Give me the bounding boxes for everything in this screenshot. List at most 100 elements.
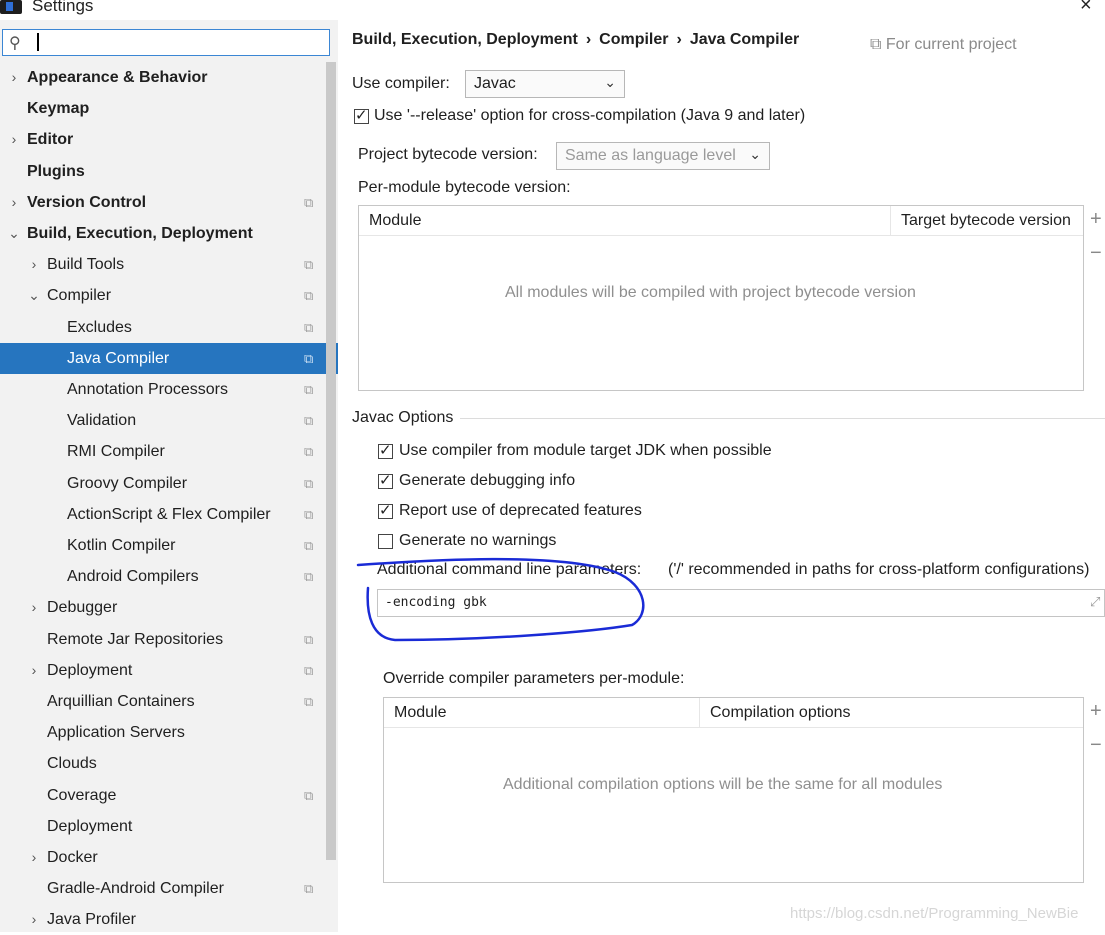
- sidebar-item-label: Application Servers: [47, 724, 185, 742]
- sidebar-item[interactable]: › Docker: [0, 842, 338, 873]
- sidebar-item[interactable]: Java Compiler ⧉: [0, 342, 338, 374]
- sidebar-item-label: Deployment: [47, 817, 133, 835]
- chevron-right-icon[interactable]: ›: [28, 655, 40, 686]
- javac-options-title: Javac Options: [352, 409, 454, 426]
- sidebar-item[interactable]: ⌄ Compiler ⧉: [0, 280, 338, 311]
- column-header-module[interactable]: Module: [359, 206, 891, 236]
- debug-info-checkbox[interactable]: [378, 471, 393, 489]
- no-warnings-checkbox[interactable]: [378, 534, 393, 549]
- chevron-right-icon[interactable]: ›: [28, 904, 40, 935]
- breadcrumb-item[interactable]: Compiler: [599, 31, 668, 48]
- breadcrumb-separator: ›: [585, 31, 592, 48]
- use-compiler-label: Use compiler:: [352, 75, 450, 92]
- per-module-table[interactable]: Module Target bytecode version All modul…: [358, 205, 1084, 391]
- sidebar-item[interactable]: Deployment: [0, 811, 338, 842]
- sidebar-item-label: Compiler: [47, 287, 112, 305]
- text-caret: [37, 33, 39, 51]
- sidebar-item[interactable]: Groovy Compiler ⧉: [0, 468, 338, 499]
- sidebar-item-label: Android Compilers: [67, 568, 199, 586]
- sidebar-item[interactable]: Android Compilers ⧉: [0, 561, 338, 592]
- sidebar-item[interactable]: › Debugger: [0, 592, 338, 623]
- sidebar-item[interactable]: › Version Control ⧉: [0, 187, 338, 218]
- compiler-select-value: Javac: [474, 75, 516, 92]
- sidebar-item[interactable]: Validation ⧉: [0, 405, 338, 436]
- chevron-right-icon[interactable]: ›: [8, 62, 20, 93]
- chevron-right-icon[interactable]: ›: [8, 124, 20, 155]
- per-module-empty-text: All modules will be compiled with projec…: [505, 284, 916, 301]
- sidebar-item-label: Version Control: [27, 193, 147, 211]
- sidebar-item-label: Kotlin Compiler: [67, 537, 176, 554]
- chevron-right-icon[interactable]: ›: [28, 842, 40, 873]
- sidebar-item[interactable]: Kotlin Compiler ⧉: [0, 530, 338, 561]
- sidebar-item[interactable]: ActionScript & Flex Compiler ⧉: [0, 499, 338, 530]
- sidebar-item[interactable]: › Build Tools ⧉: [0, 249, 338, 280]
- project-scope-icon: ⧉: [304, 413, 314, 429]
- sidebar-item[interactable]: Annotation Processors ⧉: [0, 374, 338, 405]
- sidebar-item-label: Excludes: [67, 318, 132, 336]
- sidebar-item-label: Keymap: [27, 100, 90, 118]
- chevron-down-icon: ⌄: [749, 146, 761, 162]
- chevron-right-icon[interactable]: ›: [28, 592, 40, 623]
- sidebar-item-label: Editor: [27, 131, 74, 149]
- sidebar-item-label: Docker: [47, 849, 98, 866]
- release-option-checkbox[interactable]: [354, 106, 369, 124]
- project-scope-icon: ⧉: [304, 257, 314, 273]
- compiler-select[interactable]: Javac ⌄: [465, 70, 625, 98]
- sidebar-item[interactable]: Clouds: [0, 748, 338, 779]
- sidebar-scrollbar[interactable]: [326, 62, 336, 860]
- project-scope-icon: ⧉: [304, 662, 314, 678]
- breadcrumb-item: Java Compiler: [689, 31, 800, 48]
- sidebar-item[interactable]: › Java Profiler: [0, 904, 338, 935]
- add-icon[interactable]: +: [1090, 208, 1102, 231]
- sidebar-item[interactable]: › Deployment ⧉: [0, 655, 338, 686]
- remove-icon[interactable]: −: [1090, 734, 1102, 757]
- sidebar-item[interactable]: Gradle-Android Compiler ⧉: [0, 873, 338, 904]
- sidebar-item[interactable]: › Editor: [0, 124, 338, 155]
- cmd-params-input[interactable]: -encoding gbk ⤢: [377, 589, 1105, 617]
- deprecated-checkbox[interactable]: [378, 501, 393, 519]
- chevron-down-icon[interactable]: ⌄: [28, 280, 40, 311]
- sidebar-item[interactable]: Arquillian Containers ⧉: [0, 686, 338, 717]
- project-scope-icon: ⧉: [304, 382, 314, 397]
- sidebar-item-label: Coverage: [47, 786, 117, 804]
- sidebar-item-label: Remote Jar Repositories: [47, 630, 224, 648]
- project-scope-icon: ⧉: [304, 787, 314, 803]
- remove-icon[interactable]: −: [1090, 242, 1102, 265]
- sidebar-item[interactable]: Keymap: [0, 93, 338, 124]
- debug-info-label: Generate debugging info: [399, 472, 576, 489]
- add-icon[interactable]: +: [1090, 700, 1102, 723]
- breadcrumb-item[interactable]: Build, Execution, Deployment: [352, 31, 578, 48]
- sidebar-item-label: Plugins: [27, 162, 85, 180]
- sidebar-item-label: Groovy Compiler: [67, 474, 188, 492]
- project-bytecode-placeholder: Same as language level: [565, 147, 736, 164]
- sidebar-item[interactable]: Remote Jar Repositories ⧉: [0, 624, 338, 655]
- override-table[interactable]: Module Compilation options Additional co…: [383, 697, 1084, 883]
- sidebar-item[interactable]: RMI Compiler ⧉: [0, 436, 338, 467]
- sidebar-item[interactable]: Excludes ⧉: [0, 312, 338, 343]
- chevron-right-icon[interactable]: ›: [28, 249, 40, 280]
- sidebar-item[interactable]: › Appearance & Behavior: [0, 62, 338, 93]
- app-icon: [0, 0, 22, 14]
- column-header-target-bytecode[interactable]: Target bytecode version: [891, 206, 1083, 236]
- column-header-module[interactable]: Module: [384, 698, 700, 728]
- sidebar-item-label: Gradle-Android Compiler: [47, 880, 224, 898]
- module-jdk-checkbox[interactable]: [378, 441, 393, 459]
- sidebar-item[interactable]: Coverage ⧉: [0, 780, 338, 811]
- sidebar-item[interactable]: ⌄ Build, Execution, Deployment: [0, 218, 338, 249]
- chevron-right-icon[interactable]: ›: [8, 187, 20, 218]
- for-current-project-label: ⧉ For current project: [870, 36, 1017, 53]
- chevron-down-icon: ⌄: [604, 74, 616, 90]
- project-bytecode-select[interactable]: Same as language level ⌄: [556, 142, 770, 170]
- project-scope-icon: ⧉: [304, 350, 314, 366]
- project-scope-icon: ⧉: [304, 288, 314, 304]
- expand-icon[interactable]: ⤢: [1090, 594, 1100, 610]
- sidebar-item[interactable]: Plugins: [0, 156, 338, 187]
- sidebar-item-label: Appearance & Behavior: [27, 69, 208, 86]
- breadcrumb: Build, Execution, Deployment › Compiler › Ja…: [352, 31, 799, 49]
- sidebar-item[interactable]: Application Servers: [0, 717, 338, 748]
- project-scope-icon: ⧉: [870, 36, 882, 53]
- search-input[interactable]: ⚲: [2, 29, 330, 56]
- column-header-compilation-options[interactable]: Compilation options: [700, 698, 1083, 728]
- chevron-down-icon[interactable]: ⌄: [8, 218, 20, 249]
- close-icon[interactable]: ×: [1080, 0, 1092, 17]
